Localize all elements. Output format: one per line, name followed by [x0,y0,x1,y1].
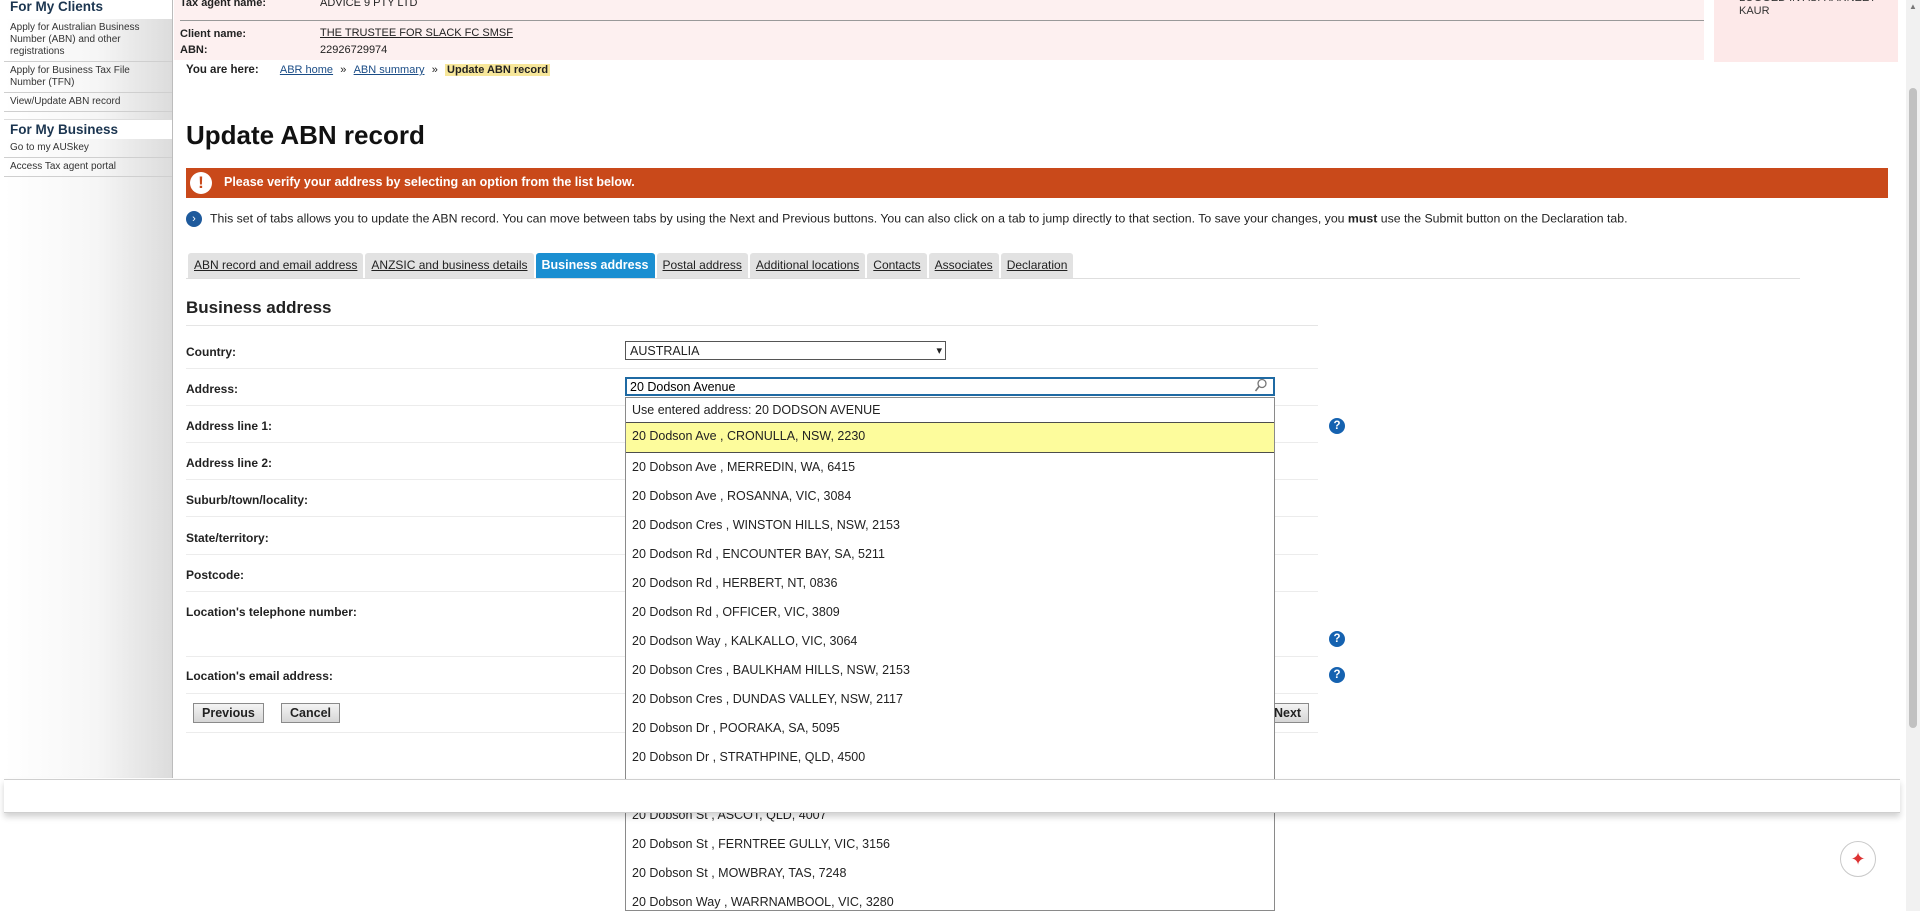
state-label: State/territory: [186,531,269,545]
sidebar-item-apply-abn[interactable]: Apply for Australian Business Number (AB… [4,19,172,62]
tab-postal-address[interactable]: Postal address [656,253,748,278]
agent-header: Tax agent name: ADVICE 9 PTY LTD Client … [174,0,1704,60]
tax-agent-label: Tax agent name: [180,0,266,9]
abn-label: ABN: [180,44,208,56]
breadcrumb-label: You are here: [186,64,259,76]
sidebar-item-auskey[interactable]: Go to my AUSkey [4,139,172,158]
tax-agent-value: ADVICE 9 PTY LTD [320,0,418,9]
country-label: Country: [186,345,236,359]
country-value: AUSTRALIA [630,344,700,358]
suggestion-item[interactable]: 20 Dobson Cres , DUNDAS VALLEY, NSW, 211… [626,685,1274,714]
business-heading: For My Business [4,119,172,139]
main-panel: Tax agent name: ADVICE 9 PTY LTD Client … [174,0,1900,911]
alert-text: Please verify your address by selecting … [224,175,635,189]
suggestion-item[interactable]: 20 Dobson Cres , BAULKHAM HILLS, NSW, 21… [626,656,1274,685]
address-input[interactable] [625,377,1275,396]
scroll-up-arrow-icon[interactable]: ▲ [1909,2,1917,11]
left-sidebar: For My Clients Apply for Australian Busi… [4,0,173,778]
cancel-button[interactable]: Cancel [281,703,340,723]
page-scrollbar[interactable]: ▲ [1906,0,1920,911]
sidebar-item-apply-tfn[interactable]: Apply for Business Tax File Number (TFN) [4,62,172,93]
address-line2-label: Address line 2: [186,456,273,470]
suggestion-item[interactable]: 20 Dodson Way , KALKALLO, VIC, 3064 [626,627,1274,656]
help-icon[interactable]: ? [1329,418,1345,434]
tab-contacts[interactable]: Contacts [867,253,927,278]
suggestion-item[interactable]: 20 Dobson Way , WARRNAMBOOL, VIC, 3280 [626,888,1274,910]
section-title: Business address [186,298,332,317]
clients-heading: For My Clients [4,0,172,19]
suggestion-item[interactable]: 20 Dodson Rd , ENCOUNTER BAY, SA, 5211 [626,540,1274,569]
warning-icon: ! [190,172,212,194]
client-name-link[interactable]: THE TRUSTEE FOR SLACK FC SMSF [320,27,513,39]
tab-business-address[interactable]: Business address [535,253,655,278]
country-select[interactable]: AUSTRALIA ▾ [625,341,946,360]
suggestion-item[interactable]: 20 Dobson St , MOWBRAY, TAS, 7248 [626,859,1274,888]
address-suggestions: Use entered address: 20 DODSON AVENUE 20… [625,397,1275,911]
tab-abn-record[interactable]: ABN record and email address [188,253,364,278]
suggestion-item[interactable]: 20 Dobson Ave , ROSANNA, VIC, 3084 [626,482,1274,511]
breadcrumb-separator: » [431,64,438,76]
tab-associates[interactable]: Associates [928,253,999,278]
chevron-down-icon: ▾ [936,345,942,357]
address-line1-label: Address line 1: [186,419,273,433]
footer-bar [4,779,1900,813]
suggestion-item[interactable]: 20 Dodson Ave , CRONULLA, NSW, 2230 [626,422,1274,453]
info-message: › This set of tabs allows you to update t… [186,211,1628,227]
suggestion-item[interactable]: 20 Dodson Rd , OFFICER, VIC, 3809 [626,598,1274,627]
header-divider [180,20,1704,21]
help-icon[interactable]: ? [1329,667,1345,683]
page-title: Update ABN record [186,120,425,150]
breadcrumb-abr-home[interactable]: ABR home [280,64,333,76]
abn-value: 22926729974 [320,44,388,56]
logged-in-text: LOGGED IN AS: HARNEET KAUR [1739,0,1876,17]
breadcrumb-abn-summary[interactable]: ABN summary [354,64,425,76]
tab-divider [186,278,1800,279]
row-divider [186,368,1318,369]
suburb-label: Suburb/town/locality: [186,493,308,507]
client-label: Client name: [180,28,247,40]
info-text-after: use the Submit button on the Declaration… [1377,211,1628,226]
alert-banner: ! Please verify your address by selectin… [186,168,1888,198]
postcode-label: Postcode: [186,568,245,582]
sidebar-item-tax-agent-portal[interactable]: Access Tax agent portal [4,158,172,177]
info-text-before: This set of tabs allows you to update th… [210,211,1348,226]
scrollbar-thumb[interactable] [1909,88,1917,728]
tab-anzsic[interactable]: ANZSIC and business details [365,253,534,278]
suggestion-item[interactable]: 20 Dobson St , FERNTREE GULLY, VIC, 3156 [626,830,1274,859]
suggestion-item[interactable]: 20 Dobson Ave , MERREDIN, WA, 6415 [626,453,1274,482]
breadcrumb-current: Update ABN record [445,64,551,76]
suggestion-item[interactable]: 20 Dobson Dr , POORAKA, SA, 5095 [626,714,1274,743]
telephone-label: Location's telephone number: [186,605,357,619]
sidebar-item-view-update-abn[interactable]: View/Update ABN record [4,93,172,112]
info-chevron-icon: › [186,211,202,227]
suggestion-item[interactable]: 20 Dodson Cres , WINSTON HILLS, NSW, 215… [626,511,1274,540]
tab-bar: ABN record and email address ANZSIC and … [188,253,1075,279]
suggestion-item[interactable]: 20 Dobson Dr , STRATHPINE, QLD, 4500 [626,743,1274,772]
email-label: Location's email address: [186,669,333,683]
section-divider [186,325,1318,326]
suggestion-item[interactable]: 20 Dodson Rd , HERBERT, NT, 0836 [626,569,1274,598]
breadcrumb-separator: » [340,64,347,76]
search-icon[interactable] [1254,378,1268,393]
breadcrumb: You are here: ABR home » ABN summary » U… [186,64,551,76]
tab-declaration[interactable]: Declaration [1000,253,1074,278]
info-text-bold: must [1347,211,1378,226]
help-icon[interactable]: ? [1329,631,1345,647]
suggestion-use-entered[interactable]: Use entered address: 20 DODSON AVENUE [626,398,1274,422]
address-label: Address: [186,382,239,396]
pdf-icon[interactable]: ✦ [1840,841,1876,877]
previous-button[interactable]: Previous [193,703,264,723]
tab-additional-locations[interactable]: Additional locations [749,253,866,278]
